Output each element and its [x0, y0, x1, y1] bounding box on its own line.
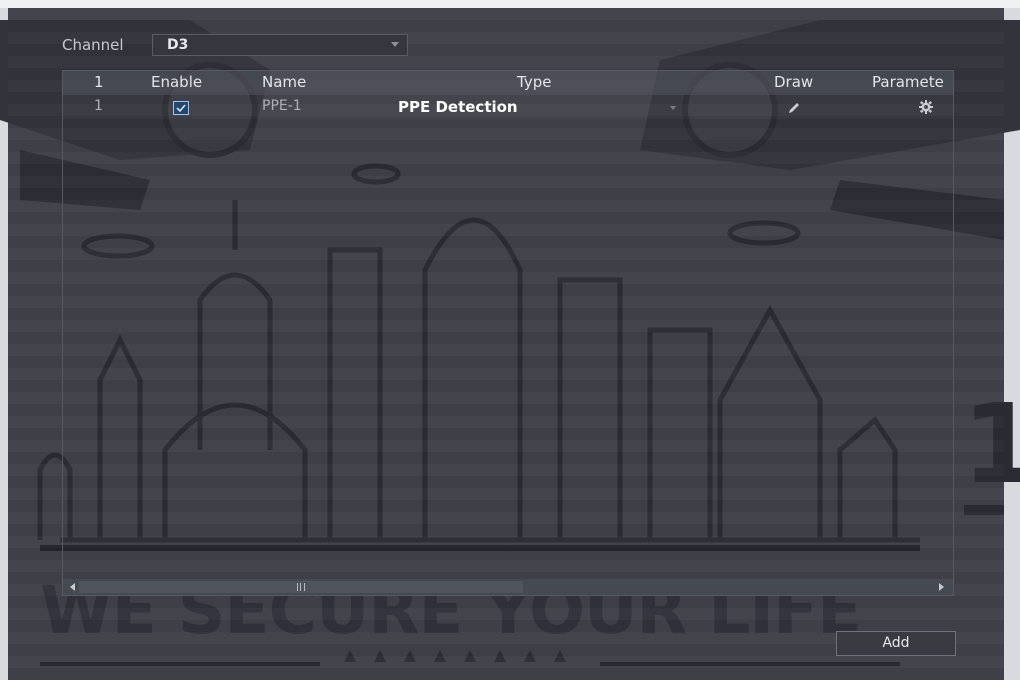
add-button[interactable]: Add [836, 631, 956, 656]
top-border [0, 0, 1020, 8]
smart-plan-window: WE SECURE YOUR LIFE 1S Channel D3 1 Enab… [0, 0, 1020, 680]
header-index: 1 [94, 73, 104, 91]
check-icon [176, 104, 186, 113]
enable-checkbox[interactable] [173, 101, 189, 115]
row-name: PPE-1 [262, 98, 302, 114]
plan-table: 1 Enable Name Type Draw Paramete 1 PPE-1… [62, 70, 954, 596]
pencil-icon[interactable] [787, 100, 801, 119]
scroll-thumb[interactable] [79, 581, 523, 593]
header-parameter: Paramete [872, 73, 944, 91]
header-type: Type [517, 73, 552, 91]
grip-icon [297, 583, 305, 591]
right-border [1004, 8, 1020, 680]
scroll-right-arrow-icon[interactable] [939, 583, 944, 591]
channel-value: D3 [167, 37, 189, 53]
row-index: 1 [94, 98, 103, 114]
scroll-left-arrow-icon[interactable] [70, 583, 75, 591]
header-name: Name [262, 73, 307, 91]
table-row[interactable]: 1 PPE-1 PPE Detection [63, 95, 953, 119]
left-border [0, 8, 8, 680]
chevron-down-icon [670, 106, 676, 110]
channel-select[interactable]: D3 [152, 34, 408, 56]
table-header: 1 Enable Name Type Draw Paramete [63, 71, 953, 95]
type-select[interactable]: PPE Detection [398, 98, 518, 116]
horizontal-scrollbar[interactable] [63, 579, 953, 595]
channel-label: Channel [62, 36, 124, 54]
header-draw: Draw [774, 73, 814, 91]
gear-icon[interactable] [918, 99, 934, 119]
header-enable: Enable [151, 73, 203, 91]
chevron-down-icon [391, 42, 399, 47]
